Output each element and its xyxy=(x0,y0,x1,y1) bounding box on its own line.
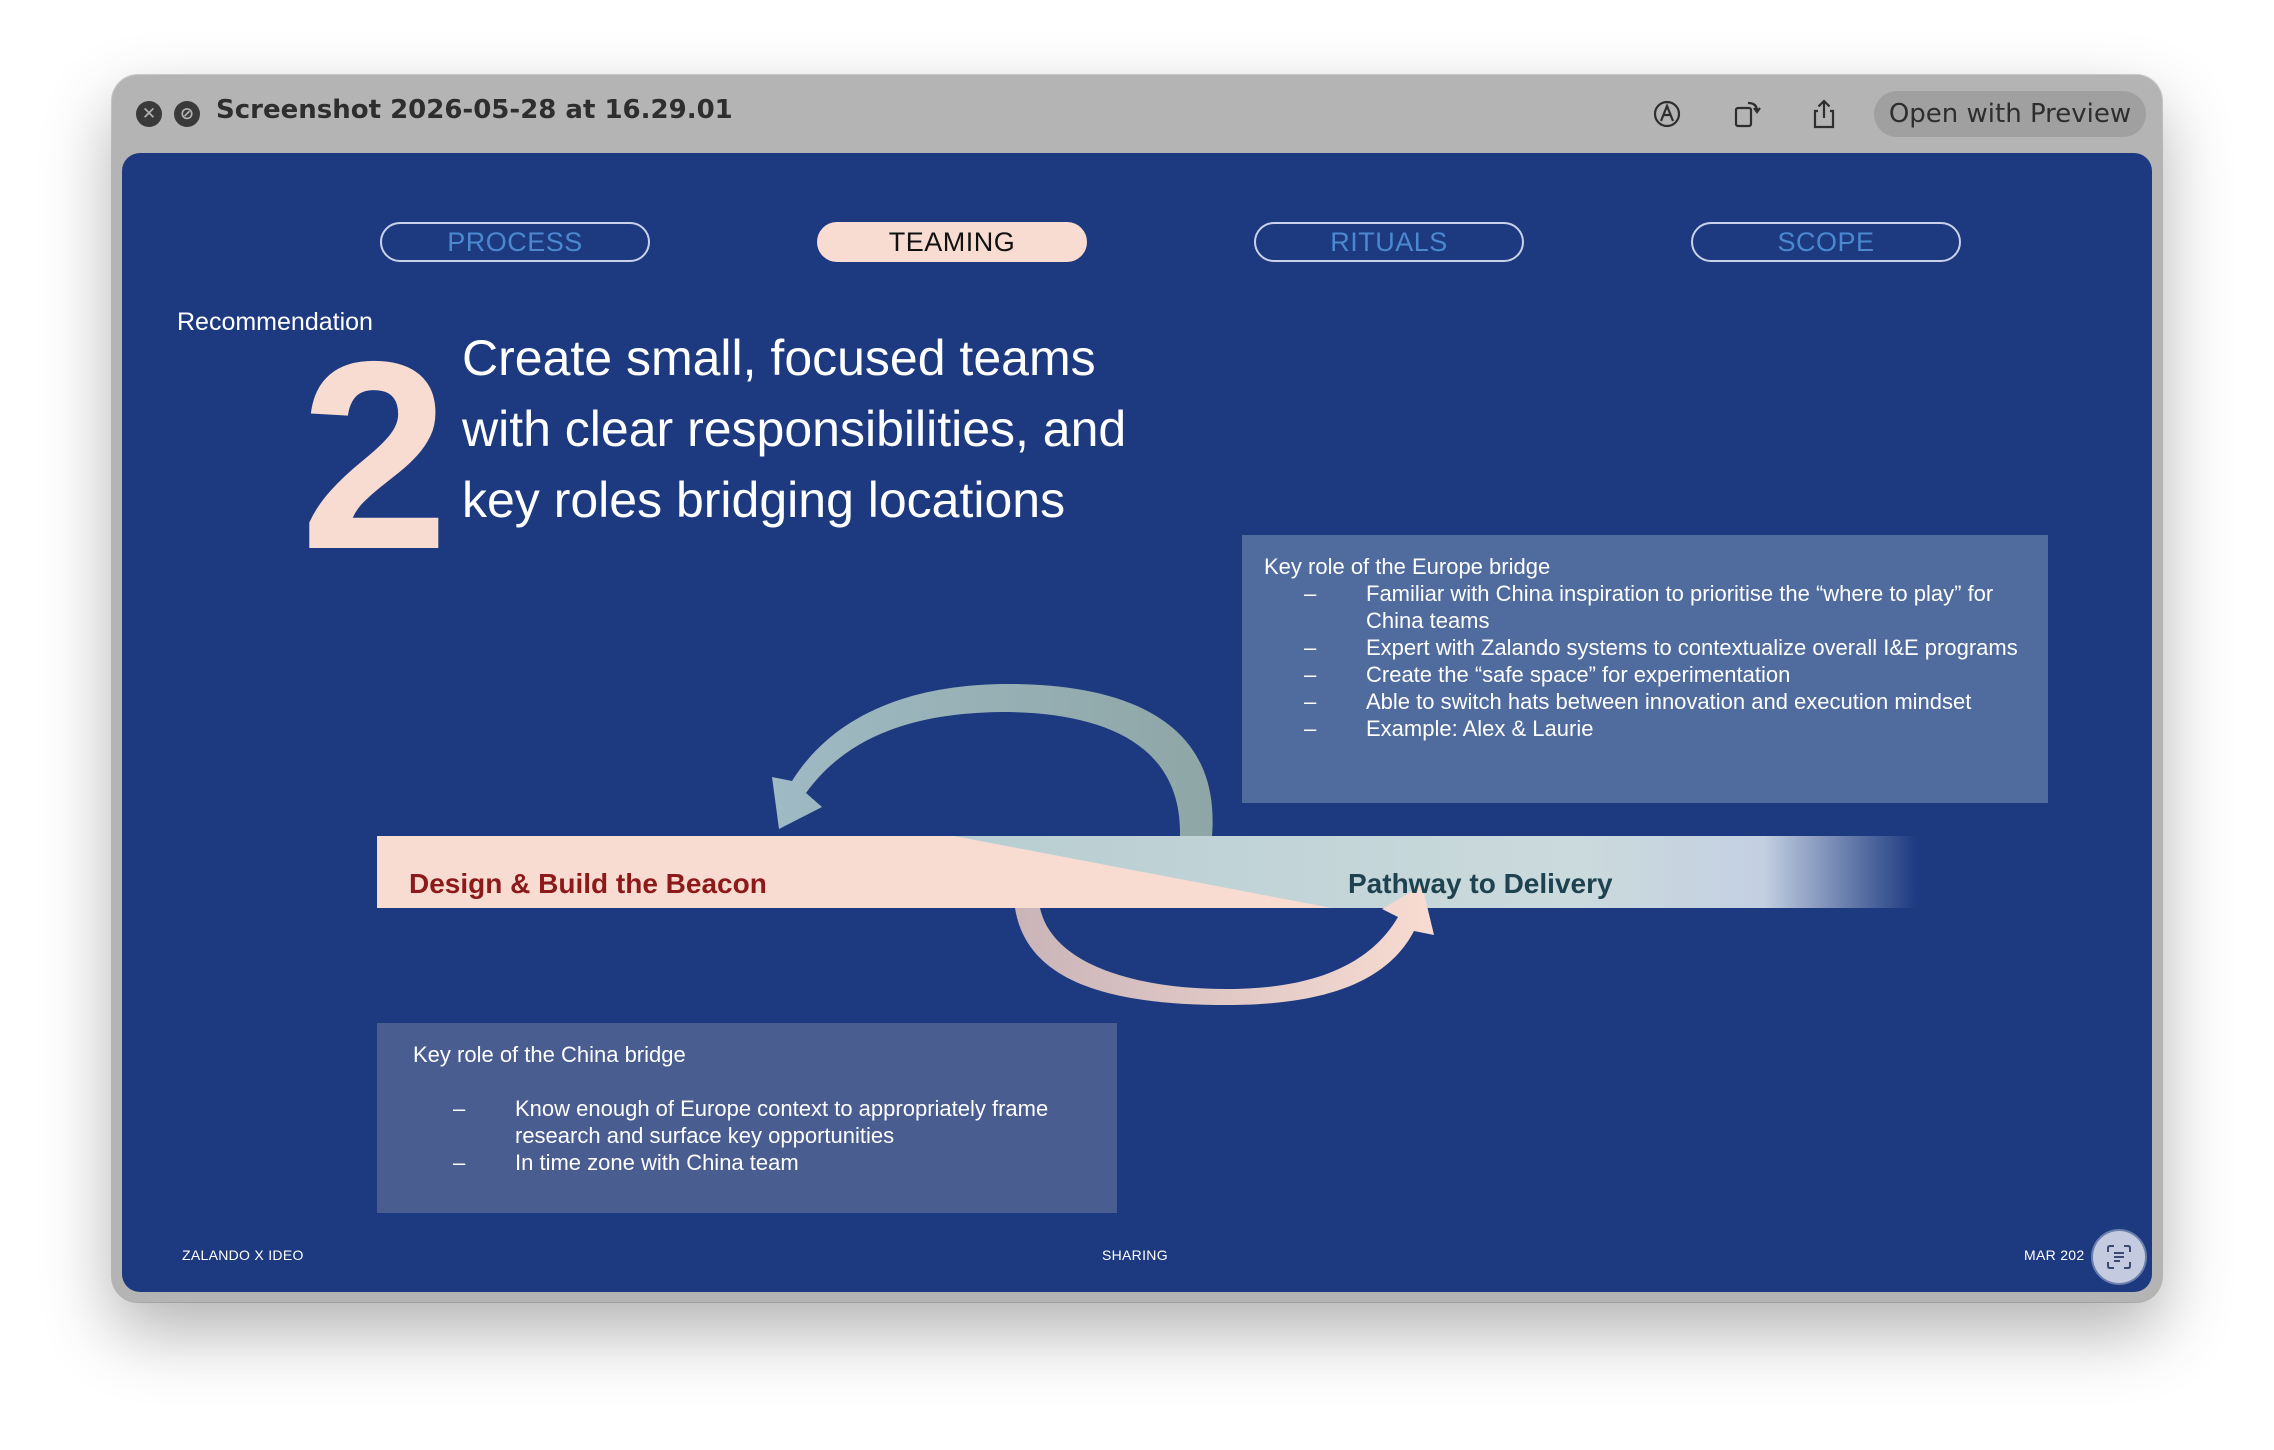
list-item-text: Create the “safe space” for experimentat… xyxy=(1366,662,1791,687)
list-item: – Create the “safe space” for experimenta… xyxy=(1264,661,2026,688)
list-item-text: Expert with Zalando systems to contextua… xyxy=(1366,635,2018,660)
edit-icon[interactable]: ⊘ xyxy=(174,101,200,127)
live-text-icon xyxy=(2107,1245,2131,1269)
china-bridge-title: Key role of the China bridge xyxy=(413,1042,686,1067)
list-item: – Know enough of Europe context to approp… xyxy=(413,1095,1081,1149)
europe-bridge-box: Key role of the Europe bridge – Familiar … xyxy=(1242,535,2048,803)
slide: PROCESS TEAMING RITUALS SCOPE Recommenda… xyxy=(122,153,2152,1292)
list-dash: – xyxy=(453,1096,466,1121)
list-item: – Familiar with China inspiration to prio… xyxy=(1264,580,2026,634)
pathway-label: Pathway to Delivery xyxy=(1348,868,1613,899)
close-icon[interactable]: ✕ xyxy=(136,101,162,127)
footer-left: ZALANDO X IDEO xyxy=(182,1247,304,1263)
beacon-label: Design & Build the Beacon xyxy=(409,868,767,899)
list-dash: – xyxy=(453,1150,466,1175)
list-item-text: Example: Alex & Laurie xyxy=(1366,716,1594,741)
list-dash: – xyxy=(1304,689,1317,714)
list-item: – Example: Alex & Laurie xyxy=(1264,715,2026,742)
preview-window: ✕ ⊘ Screenshot 2026-05-28 at 16.29.01 Op… xyxy=(112,75,2162,1302)
list-item-text: Able to switch hats between innovation a… xyxy=(1366,689,1972,714)
window-title: Screenshot 2026-05-28 at 16.29.01 xyxy=(216,95,733,125)
list-item-text: Know enough of Europe context to appropr… xyxy=(515,1096,1049,1148)
list-dash: – xyxy=(1304,581,1317,606)
open-with-preview-button[interactable]: Open with Preview xyxy=(1874,91,2146,137)
live-text-button[interactable] xyxy=(2093,1231,2145,1283)
title-bar: ✕ ⊘ Screenshot 2026-05-28 at 16.29.01 Op… xyxy=(112,75,2162,151)
feedback-arrow-top xyxy=(772,683,1213,836)
list-dash: – xyxy=(1304,635,1317,660)
europe-bridge-title: Key role of the Europe bridge xyxy=(1264,554,1551,579)
list-item: – In time zone with China team xyxy=(413,1149,1081,1176)
footer-right: MAR 202 xyxy=(2024,1247,2085,1263)
list-item: – Expert with Zalando systems to contextu… xyxy=(1264,634,2026,661)
list-dash: – xyxy=(1304,662,1317,687)
china-bridge-box: Key role of the China bridge – Know enoug… xyxy=(377,1023,1117,1213)
markup-icon[interactable] xyxy=(1650,97,1684,131)
list-item-text: Familiar with China inspiration to prior… xyxy=(1366,581,1994,633)
list-dash: – xyxy=(1304,716,1317,741)
share-icon[interactable] xyxy=(1807,97,1841,131)
list-item: – Able to switch hats between innovation … xyxy=(1264,688,2026,715)
rotate-icon[interactable] xyxy=(1730,97,1764,131)
list-item-text: In time zone with China team xyxy=(515,1150,799,1175)
footer-center: SHARING xyxy=(1102,1247,1168,1263)
